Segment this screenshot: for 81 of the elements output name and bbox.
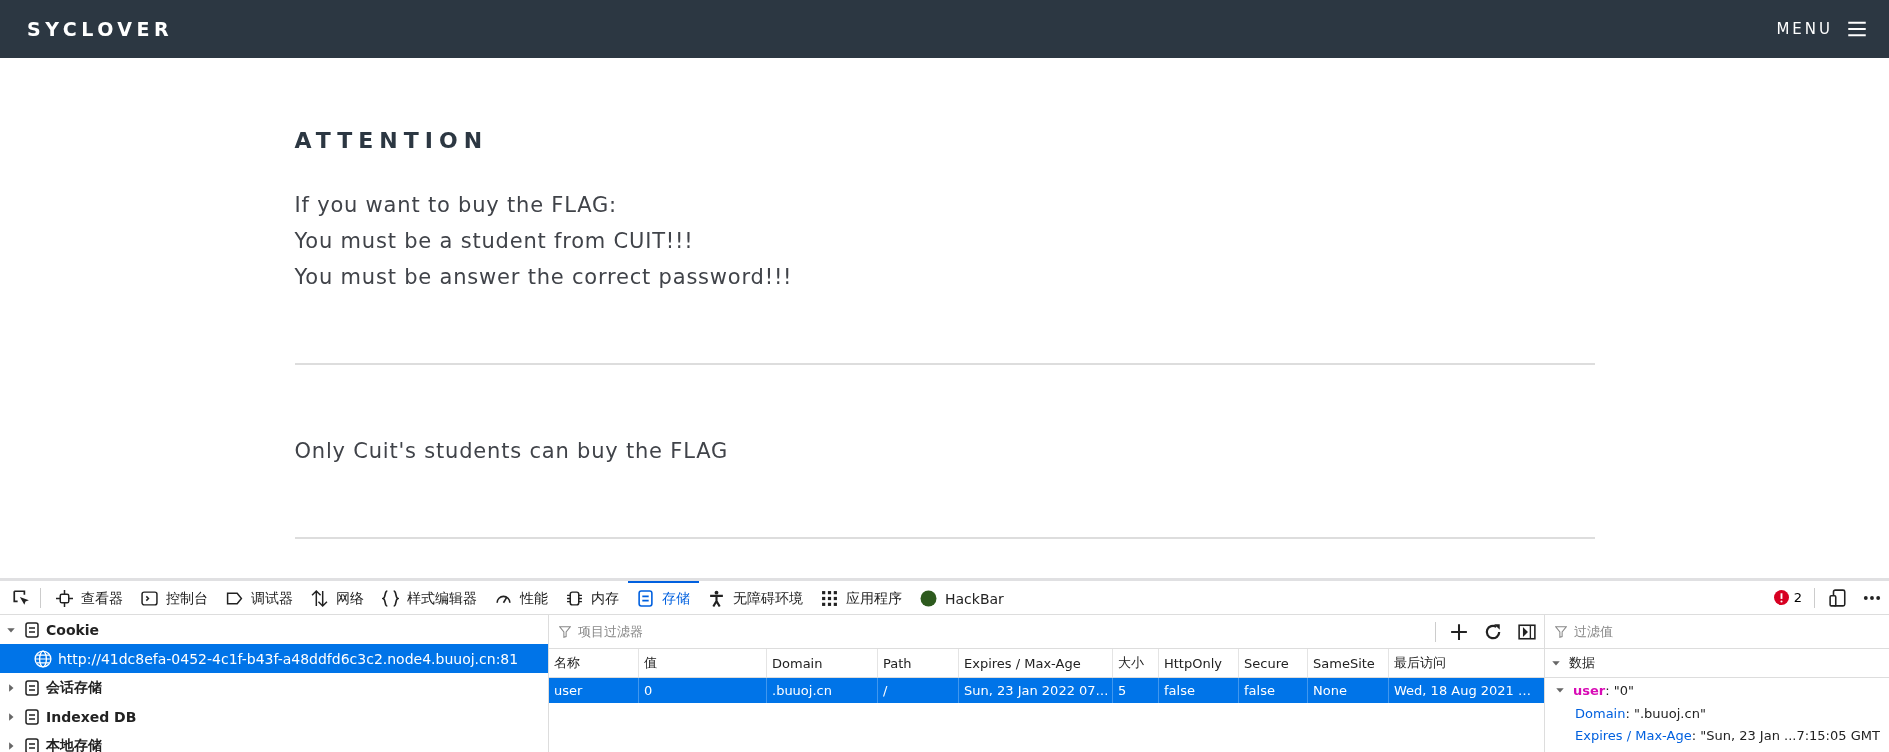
refresh-icon xyxy=(1484,622,1502,641)
devtools-tab[interactable]: 样式编辑器 xyxy=(373,581,486,614)
tree-item[interactable]: 会话存储 xyxy=(0,673,548,702)
devtools-tab[interactable]: 无障碍环境 xyxy=(699,581,812,614)
column-header[interactable]: 大小 xyxy=(1112,649,1158,677)
table-cell: Sun, 23 Jan 2022 07… xyxy=(958,678,1112,703)
table-cell: false xyxy=(1238,678,1307,703)
error-count-button[interactable]: 2 xyxy=(1767,590,1808,605)
expanded-arrow-icon xyxy=(1551,658,1561,668)
table-cell: 5 xyxy=(1112,678,1158,703)
filter-field[interactable]: 过滤值 xyxy=(1572,623,1889,640)
filter-field[interactable]: 项目过滤器 xyxy=(576,623,1429,640)
devtools-tab[interactable]: 应用程序 xyxy=(812,581,911,614)
braces-icon xyxy=(382,590,399,607)
filter-icon xyxy=(1555,625,1567,638)
table-cell-text: user xyxy=(553,682,584,700)
column-header[interactable]: Secure xyxy=(1238,649,1307,677)
devtools-tab[interactable]: 内存 xyxy=(557,581,628,614)
devtools-tab[interactable]: 控制台 xyxy=(132,581,217,614)
filter-icon xyxy=(559,625,571,638)
storage-icon xyxy=(24,708,40,725)
text-line: You must be a student from CUIT!!! xyxy=(294,228,695,255)
more-icon xyxy=(1863,594,1881,601)
column-header[interactable]: 名称 xyxy=(549,649,638,677)
column-header[interactable]: HttpOnly xyxy=(1158,649,1238,677)
table-cell: / xyxy=(877,678,958,703)
tree-item[interactable]: 本地存储 xyxy=(0,731,548,752)
storage-icon xyxy=(24,737,40,752)
column-header[interactable]: Expires / Max-Age xyxy=(958,649,1112,677)
text-line: If you want to buy the FLAG: xyxy=(294,192,618,219)
menu-icon xyxy=(1847,19,1867,39)
column-header[interactable]: Path xyxy=(877,649,958,677)
notice-text: Only Cuit's students can buy the FLAG xyxy=(294,438,729,465)
plus-icon xyxy=(1450,622,1468,641)
chip-icon xyxy=(566,590,583,607)
table-row[interactable]: user 0 .buuoj.cn / Sun, 23 Jan 2022 07… 5 false false None Wed, 18 Aug 2021 … xyxy=(549,678,1544,703)
person-icon xyxy=(708,590,725,607)
devtools-tab[interactable]: 查看器 xyxy=(47,581,132,614)
arrows-icon xyxy=(311,590,328,607)
table-cell: Wed, 18 Aug 2021 … xyxy=(1388,678,1544,703)
storage-icon xyxy=(637,590,654,607)
table-cell: false xyxy=(1158,678,1238,703)
error-icon xyxy=(1773,590,1789,605)
devtools-tab[interactable]: 调试器 xyxy=(217,581,302,614)
table-cell: 0 xyxy=(638,678,766,703)
collapsed-arrow-icon xyxy=(6,682,16,693)
storage-icon xyxy=(24,621,40,638)
menu-button[interactable]: MENU xyxy=(1776,19,1867,39)
collapsed-arrow-icon xyxy=(6,740,16,751)
tag-icon xyxy=(226,590,243,607)
devtools-tab[interactable]: HackBar xyxy=(911,581,1013,614)
text-line: You must be answer the correct password!!! xyxy=(294,264,794,291)
inspector-icon xyxy=(56,590,73,607)
section-header[interactable]: 数据 xyxy=(1545,649,1889,678)
collapsed-arrow-icon xyxy=(6,711,16,722)
hackbar-logo-icon xyxy=(920,590,937,607)
grid-icon xyxy=(821,590,838,607)
devtools-tab[interactable]: 性能 xyxy=(486,581,557,614)
globe-icon xyxy=(34,649,52,668)
table-cell: None xyxy=(1307,678,1388,703)
sidebar-icon xyxy=(1518,622,1536,641)
tree-item[interactable]: Cookie xyxy=(0,615,548,644)
console-icon xyxy=(141,590,158,607)
heading: ATTENTION xyxy=(294,128,490,153)
table-cell: .buuoj.cn xyxy=(766,678,877,703)
entry-text: user: "0" xyxy=(1573,682,1634,698)
devices-icon xyxy=(1829,588,1847,607)
storage-icon xyxy=(24,679,40,696)
data-entry[interactable]: user: "0" xyxy=(1545,678,1889,702)
column-header[interactable]: 最后访问 xyxy=(1388,649,1544,677)
brand-link[interactable]: SYCLOVER xyxy=(27,18,174,40)
column-header[interactable]: Domain xyxy=(766,649,877,677)
tree-item[interactable]: Indexed DB xyxy=(0,702,548,731)
tree-item[interactable]: http://41dc8efa-0452-4c1f-b43f-a48ddfd6c3c2.node4.buuoj.cn:81 xyxy=(0,644,548,673)
element-picker-icon xyxy=(12,588,30,607)
column-header[interactable]: SameSite xyxy=(1307,649,1388,677)
column-header[interactable]: 值 xyxy=(638,649,766,677)
property-text: Domain: ".buuoj.cn" xyxy=(1574,704,1707,723)
property-text: Expires / Max-Age: "Sun, 23 Jan ...7:15:05 GMT xyxy=(1574,726,1881,745)
devtools-tab[interactable]: 网络 xyxy=(302,581,373,614)
expanded-arrow-icon xyxy=(1555,685,1565,695)
